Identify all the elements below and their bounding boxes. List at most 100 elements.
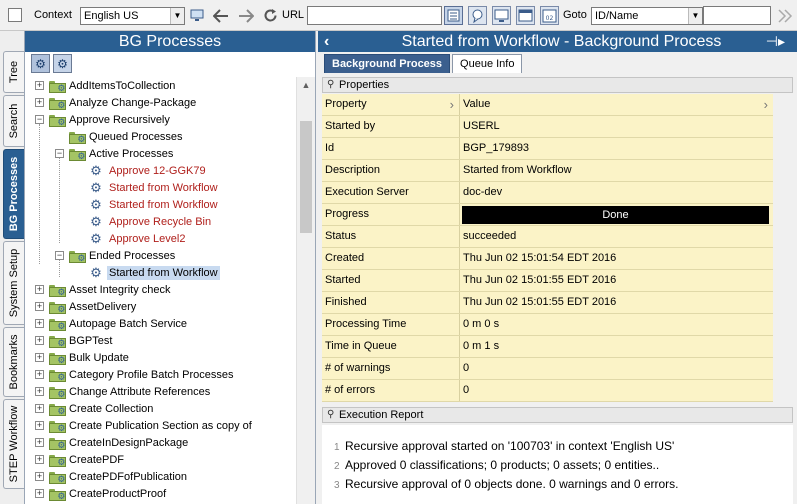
properties-section-header[interactable]: ⚲ Properties	[322, 77, 793, 93]
property-row[interactable]: Time in Queue 0 m 1 s	[322, 336, 773, 358]
refresh-icon[interactable]	[262, 7, 279, 24]
tree-node[interactable]: + ⚙ CreateInDesignPackage	[35, 434, 190, 451]
tree-node[interactable]: ⚙ Queued Processes	[55, 128, 185, 145]
property-row[interactable]: Id BGP_179893	[322, 138, 773, 160]
scroll-up-icon[interactable]: ▲	[297, 77, 315, 94]
property-row[interactable]: Started Thu Jun 02 15:01:55 EDT 2016	[322, 270, 773, 292]
tab-system-setup[interactable]: System Setup	[3, 241, 24, 325]
context-checkbox[interactable]	[8, 8, 22, 22]
property-row[interactable]: Created Thu Jun 02 15:01:54 EDT 2016	[322, 248, 773, 270]
tree-node-label: CreatePDF	[69, 453, 125, 466]
expand-icon[interactable]: +	[35, 421, 44, 430]
tab-tree[interactable]: Tree	[3, 51, 24, 93]
window-icon[interactable]	[516, 6, 535, 25]
expand-icon[interactable]: +	[35, 370, 44, 379]
collapse-icon[interactable]: −	[55, 149, 64, 158]
grid-header-row: Property Value	[322, 94, 773, 116]
tree-node[interactable]: − ⚙ Ended Processes	[55, 247, 177, 264]
expand-icon[interactable]: +	[35, 455, 44, 464]
tree-node[interactable]: − ⚙ Approve Recursively	[35, 111, 172, 128]
tree-node[interactable]: + ⚙ Asset Integrity check	[35, 281, 173, 298]
monitor-icon[interactable]	[189, 7, 206, 24]
tree-node[interactable]: + ⚙ AssetDelivery	[35, 298, 138, 315]
expand-icon[interactable]: +	[35, 302, 44, 311]
expand-icon[interactable]: +	[35, 387, 44, 396]
process-node[interactable]: ⚙ Started from Workflow	[75, 179, 220, 196]
monitor-icon[interactable]	[492, 6, 511, 25]
tab-search[interactable]: Search	[3, 95, 24, 147]
property-row[interactable]: Started by USERL	[322, 116, 773, 138]
context-select[interactable]: English US ▼	[80, 7, 185, 25]
process-node[interactable]: ⚙ Started from Workflow	[75, 264, 220, 281]
tree-guide-line	[39, 124, 40, 264]
detail-title: Started from Workflow - Background Proce…	[401, 33, 722, 50]
property-column-header[interactable]: Property	[322, 94, 460, 115]
property-row[interactable]: Progress Done	[322, 204, 773, 226]
tree-node[interactable]: − ⚙ Active Processes	[55, 145, 175, 162]
tree-node[interactable]: + ⚙ Create Collection	[35, 400, 155, 417]
property-name: Progress	[322, 204, 460, 225]
property-row[interactable]: Description Started from Workflow	[322, 160, 773, 182]
property-row[interactable]: Execution Server doc-dev	[322, 182, 773, 204]
forward-arrow-icon[interactable]	[237, 7, 254, 24]
tree-node[interactable]: + ⚙ CreatePDFofPublication	[35, 468, 189, 485]
expand-icon[interactable]: +	[35, 98, 44, 107]
tree-node[interactable]: + ⚙ CreatePDF	[35, 451, 126, 468]
property-row[interactable]: Status succeeded	[322, 226, 773, 248]
chat-icon[interactable]	[468, 6, 487, 25]
property-row[interactable]: Processing Time 0 m 0 s	[322, 314, 773, 336]
tab-background-process[interactable]: Background Process	[324, 54, 451, 73]
url-input[interactable]	[307, 6, 442, 25]
folder-icon: ⚙	[48, 351, 66, 365]
expand-icon[interactable]: +	[35, 489, 44, 498]
goto-input[interactable]	[703, 6, 771, 25]
expand-icon[interactable]: +	[35, 353, 44, 362]
expand-icon[interactable]: +	[35, 404, 44, 413]
process-node[interactable]: ⚙ Started from Workflow	[75, 196, 220, 213]
tab-bg-processes[interactable]: BG Processes	[3, 149, 24, 239]
tree-node[interactable]: + ⚙ Change Attribute References	[35, 383, 212, 400]
expand-icon[interactable]: +	[35, 285, 44, 294]
report-line: 2 Approved 0 classifications; 0 products;…	[334, 458, 659, 472]
tree-node[interactable]: + ⚙ Analyze Change-Package	[35, 94, 198, 111]
expand-icon[interactable]: +	[35, 336, 44, 345]
expand-icon[interactable]: +	[35, 438, 44, 447]
go-arrow-icon[interactable]	[776, 7, 793, 24]
tree-node[interactable]: + ⚙ BGPTest	[35, 332, 114, 349]
collapse-icon[interactable]: −	[35, 115, 44, 124]
scroll-thumb[interactable]	[300, 121, 312, 233]
tree-scrollbar[interactable]: ▲	[296, 77, 315, 504]
expand-icon[interactable]: +	[35, 472, 44, 481]
pin-icon[interactable]: ⊣▸	[766, 31, 785, 52]
process-node[interactable]: ⚙ Approve 12-GGK79	[75, 162, 208, 179]
tab-step-workflow[interactable]: STEP Workflow	[3, 399, 24, 489]
view-icon[interactable]	[444, 6, 463, 25]
value-column-header[interactable]: Value	[460, 94, 773, 115]
goto-type-select[interactable]: ID/Name ▼	[591, 7, 703, 25]
tree-node[interactable]: + ⚙ Create Publication Section as copy of	[35, 417, 254, 434]
collapse-icon[interactable]: −	[55, 251, 64, 260]
folder-icon: ⚙	[48, 402, 66, 416]
tree-filter-button[interactable]: ⚙	[53, 54, 72, 73]
process-node[interactable]: ⚙ Approve Level2	[75, 230, 187, 247]
back-arrow-icon[interactable]	[212, 7, 229, 24]
folder-icon: ⚙	[48, 487, 66, 501]
calendar-icon[interactable]: 02	[540, 6, 559, 25]
property-row[interactable]: Finished Thu Jun 02 15:01:55 EDT 2016	[322, 292, 773, 314]
expand-icon[interactable]: +	[35, 81, 44, 90]
property-row[interactable]: # of warnings 0	[322, 358, 773, 380]
tree-node-label: Started from Workflow	[109, 198, 218, 211]
tree-node[interactable]: + ⚙ AddItemsToCollection	[35, 77, 177, 94]
process-node[interactable]: ⚙ Approve Recycle Bin	[75, 213, 213, 230]
tree-node[interactable]: + ⚙ CreateProductProof	[35, 485, 168, 502]
expand-icon[interactable]: +	[35, 319, 44, 328]
tab-bookmarks[interactable]: Bookmarks	[3, 327, 24, 397]
tab-queue-info[interactable]: Queue Info	[452, 54, 523, 73]
property-row[interactable]: # of errors 0	[322, 380, 773, 402]
tree-node[interactable]: + ⚙ Autopage Batch Service	[35, 315, 189, 332]
execution-report-section-header[interactable]: ⚲ Execution Report	[322, 407, 793, 423]
tree-node[interactable]: + ⚙ Bulk Update	[35, 349, 131, 366]
tree-view-button[interactable]: ⚙	[31, 54, 50, 73]
tree-node[interactable]: + ⚙ Category Profile Batch Processes	[35, 366, 235, 383]
